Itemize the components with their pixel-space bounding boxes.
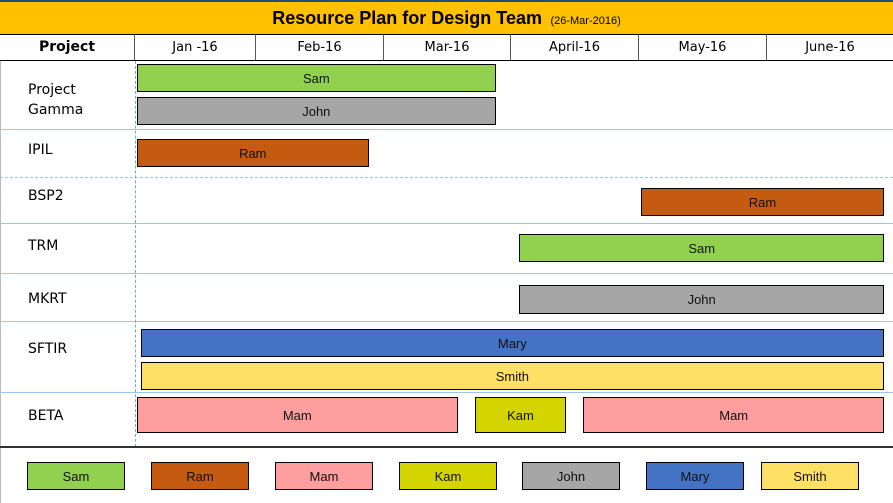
project-label: TRM	[28, 236, 58, 256]
legend-label: Ram	[186, 468, 214, 484]
legend-label: Sam	[62, 468, 90, 484]
row-divider	[0, 321, 893, 322]
gantt-bar-john: John	[519, 285, 884, 314]
bar-label: Smith	[495, 368, 529, 384]
project-label-line: BETA	[28, 408, 64, 424]
month-header: Mar-16	[384, 35, 511, 60]
resource-plan-sheet: Resource Plan for Design Team (26-Mar-20…	[0, 0, 893, 503]
row-divider	[0, 223, 893, 224]
project-label: BSP2	[28, 186, 64, 206]
legend-item-mam: Mam	[275, 462, 373, 490]
legend-item-kam: Kam	[399, 462, 497, 490]
project-label: Project Gamma	[28, 80, 83, 120]
legend-item-mary: Mary	[646, 462, 744, 490]
gantt-bar-sam: Sam	[519, 234, 884, 262]
title-bar: Resource Plan for Design Team (26-Mar-20…	[0, 0, 893, 34]
bar-label: Sam	[688, 240, 716, 256]
left-border	[0, 34, 1, 503]
month-header: Jan -16	[135, 35, 256, 60]
legend-item-john: John	[522, 462, 620, 490]
bar-label: Mary	[497, 335, 527, 351]
gantt-bar-mam: Mam	[583, 397, 884, 433]
legend-label: Smith	[793, 468, 827, 484]
legend-item-sam: Sam	[27, 462, 125, 490]
row-divider	[0, 273, 893, 274]
row-divider	[0, 392, 893, 393]
project-label-line: MKRT	[28, 291, 67, 307]
bar-label: John	[302, 103, 331, 119]
project-label-line: TRM	[28, 238, 59, 254]
project-label-line: Gamma	[28, 102, 84, 118]
gantt-bar-sam: Sam	[137, 64, 496, 92]
month-header: June-16	[805, 40, 855, 55]
project-column-divider	[135, 61, 136, 447]
project-label-line: BSP2	[28, 188, 64, 204]
chart-date: (26-Mar-2016)	[550, 15, 621, 27]
legend-label: Kam	[434, 468, 462, 484]
project-label: MKRT	[28, 289, 67, 309]
bar-label: John	[687, 292, 716, 307]
project-label-line: Project	[28, 82, 76, 98]
bar-label: Ram	[239, 145, 267, 161]
project-label: SFTIR	[28, 339, 67, 359]
project-column-header: Project	[0, 35, 135, 60]
gantt-bar-kam: Kam	[474, 397, 566, 433]
row-divider	[0, 177, 893, 178]
month-header: April-16	[511, 35, 639, 60]
chart-title: Resource Plan for Design Team	[272, 8, 542, 28]
legend-divider	[0, 446, 893, 448]
legend-item-ram: Ram	[151, 462, 249, 490]
legend-item-smith: Smith	[761, 462, 859, 490]
month-header: Feb-16	[256, 35, 384, 60]
bar-label: Mam	[282, 407, 312, 423]
bar-label: Kam	[507, 407, 534, 423]
gantt-bar-ram: Ram	[641, 188, 884, 216]
row-divider	[0, 129, 893, 130]
project-label-line: SFTIR	[28, 341, 68, 357]
header-row: Project Jan -16 Feb-16 Mar-16 April-16 May-1…	[0, 34, 893, 61]
gantt-bar-smith: Smith	[140, 362, 884, 390]
legend-label: Mary	[680, 468, 710, 484]
project-label-line: IPIL	[28, 142, 53, 158]
gantt-bar-john: John	[137, 97, 496, 125]
gantt-bar-ram: Ram	[137, 139, 369, 167]
month-header: May-16	[639, 35, 767, 60]
bar-label: Mam	[719, 407, 749, 423]
project-label: BETA	[28, 406, 64, 426]
gantt-bar-mary: Mary	[140, 329, 884, 357]
gantt-bar-mam: Mam	[137, 397, 458, 433]
bar-label: Sam	[302, 70, 330, 86]
project-label: IPIL	[28, 140, 53, 160]
bar-label: Ram	[748, 194, 777, 210]
legend-label: Mam	[309, 468, 339, 484]
legend-label: John	[556, 468, 586, 484]
